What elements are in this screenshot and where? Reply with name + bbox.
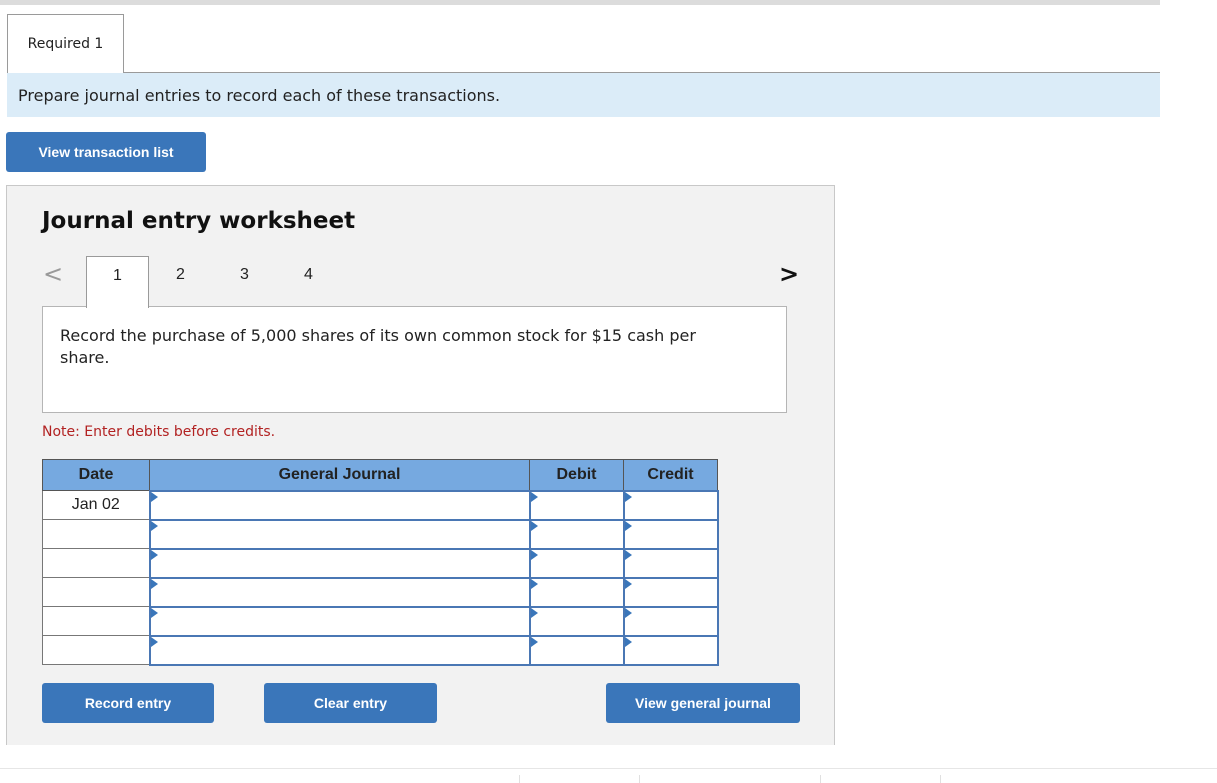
- dropdown-marker-icon: [624, 549, 632, 560]
- credit-input[interactable]: [624, 607, 717, 635]
- journal-header-row: Date General Journal Debit Credit: [42, 459, 718, 491]
- account-input-cell: [148, 576, 531, 608]
- header-general-journal: General Journal: [149, 459, 530, 491]
- debit-input[interactable]: [530, 578, 623, 606]
- transaction-description-box: Record the purchase of 5,000 shares of i…: [42, 306, 787, 413]
- debit-input[interactable]: [530, 549, 623, 577]
- dropdown-marker-icon: [530, 636, 538, 647]
- worksheet-page-tab-4[interactable]: 4: [277, 256, 340, 308]
- header-debit: Debit: [529, 459, 624, 491]
- debit-input-cell: [528, 576, 625, 608]
- account-input[interactable]: [150, 491, 529, 519]
- journal-row: [42, 605, 719, 637]
- top-bar: [0, 0, 1160, 5]
- debit-input-cell: [528, 489, 625, 521]
- journal-row: [42, 634, 719, 666]
- journal-row: [42, 547, 719, 579]
- header-date: Date: [42, 459, 150, 491]
- dropdown-marker-icon: [624, 607, 632, 618]
- view-transaction-list-button[interactable]: View transaction list: [6, 132, 206, 172]
- journal-entry-worksheet: Journal entry worksheet < 1 2 3 4 > Reco…: [6, 185, 835, 745]
- account-input[interactable]: [150, 636, 529, 664]
- debit-input-cell: [528, 547, 625, 579]
- view-general-journal-button[interactable]: View general journal: [606, 683, 800, 723]
- credit-input[interactable]: [624, 578, 717, 606]
- debit-input[interactable]: [530, 636, 623, 664]
- dropdown-marker-icon: [150, 549, 158, 560]
- date-cell: [42, 577, 150, 607]
- header-credit: Credit: [623, 459, 718, 491]
- footer-divider: [0, 768, 1217, 769]
- account-input[interactable]: [150, 607, 529, 635]
- date-cell: [42, 606, 150, 636]
- debit-input[interactable]: [530, 491, 623, 519]
- tab-required-1[interactable]: Required 1: [7, 14, 124, 73]
- worksheet-title: Journal entry worksheet: [42, 208, 356, 234]
- account-input[interactable]: [150, 549, 529, 577]
- dropdown-marker-icon: [150, 491, 158, 502]
- dropdown-marker-icon: [624, 491, 632, 502]
- clear-entry-button[interactable]: Clear entry: [264, 683, 437, 723]
- account-input[interactable]: [150, 520, 529, 548]
- dropdown-marker-icon: [150, 578, 158, 589]
- worksheet-page-tab-3[interactable]: 3: [213, 256, 276, 308]
- transaction-description: Record the purchase of 5,000 shares of i…: [60, 326, 696, 367]
- account-input[interactable]: [150, 578, 529, 606]
- debit-input-cell: [528, 605, 625, 637]
- dropdown-marker-icon: [624, 578, 632, 589]
- account-input-cell: [148, 489, 531, 521]
- credit-input[interactable]: [624, 549, 717, 577]
- journal-row: [42, 518, 719, 550]
- credit-input[interactable]: [624, 520, 717, 548]
- credit-input-cell: [622, 518, 719, 550]
- dropdown-marker-icon: [150, 520, 158, 531]
- credit-input[interactable]: [624, 491, 717, 519]
- dropdown-marker-icon: [624, 636, 632, 647]
- footer-separator: [820, 775, 821, 783]
- date-cell: [42, 635, 150, 665]
- chevron-right-icon[interactable]: >: [779, 260, 799, 288]
- debit-input-cell: [528, 518, 625, 550]
- journal-row: [42, 576, 719, 608]
- debit-input-cell: [528, 634, 625, 666]
- date-cell: [42, 519, 150, 549]
- date-cell: [42, 548, 150, 578]
- account-input-cell: [148, 518, 531, 550]
- dropdown-marker-icon: [530, 578, 538, 589]
- date-cell: Jan 02: [42, 490, 150, 520]
- worksheet-page-tab-2[interactable]: 2: [149, 256, 212, 308]
- credit-input-cell: [622, 605, 719, 637]
- requirement-tabs: Required 1: [7, 14, 1160, 73]
- account-input-cell: [148, 605, 531, 637]
- instruction-banner: Prepare journal entries to record each o…: [7, 73, 1160, 117]
- worksheet-page-tab-1[interactable]: 1: [86, 256, 149, 308]
- dropdown-marker-icon: [150, 607, 158, 618]
- account-input-cell: [148, 634, 531, 666]
- dropdown-marker-icon: [530, 491, 538, 502]
- chevron-left-icon[interactable]: <: [43, 260, 63, 288]
- credit-input[interactable]: [624, 636, 717, 664]
- footer-separator: [940, 775, 941, 783]
- dropdown-marker-icon: [624, 520, 632, 531]
- credit-input-cell: [622, 576, 719, 608]
- record-entry-button[interactable]: Record entry: [42, 683, 214, 723]
- account-input-cell: [148, 547, 531, 579]
- footer-separator: [519, 775, 520, 783]
- debit-input[interactable]: [530, 520, 623, 548]
- journal-table: Date General Journal Debit Credit Jan 02: [42, 459, 719, 666]
- credit-input-cell: [622, 489, 719, 521]
- footer-separator: [639, 775, 640, 783]
- credit-input-cell: [622, 634, 719, 666]
- credit-input-cell: [622, 547, 719, 579]
- dropdown-marker-icon: [530, 549, 538, 560]
- dropdown-marker-icon: [150, 636, 158, 647]
- dropdown-marker-icon: [530, 607, 538, 618]
- journal-row: Jan 02: [42, 489, 719, 521]
- debit-input[interactable]: [530, 607, 623, 635]
- note-text: Note: Enter debits before credits.: [42, 424, 276, 440]
- dropdown-marker-icon: [530, 520, 538, 531]
